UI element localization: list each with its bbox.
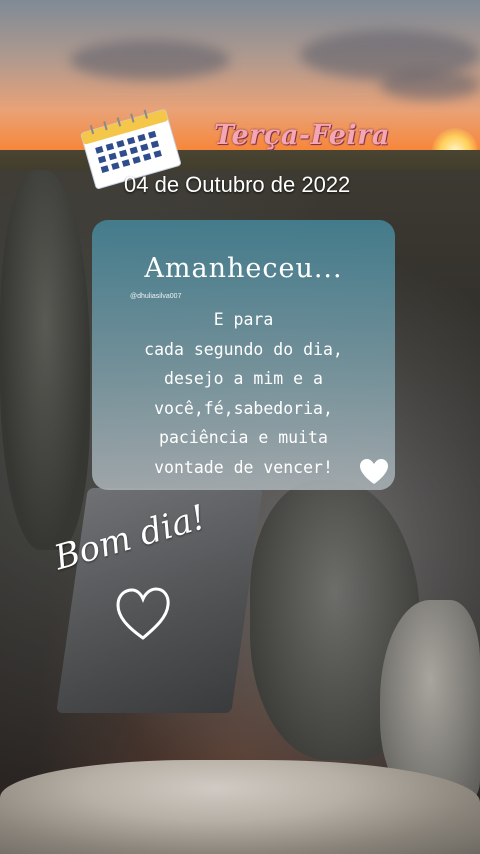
left-cliff: [0, 170, 90, 550]
foreground-rock: [0, 760, 480, 854]
heart-icon: [360, 459, 388, 484]
heart-outline-icon: [116, 587, 170, 640]
author-handle: @dhuliasilva007: [130, 293, 182, 300]
date-label: 04 de Outubro de 2022: [124, 172, 351, 197]
cloud: [70, 40, 230, 80]
cloud: [380, 70, 480, 100]
message-card: Amanheceu... @dhuliasilva007 E para cada…: [92, 220, 395, 490]
card-title: Amanheceu...: [144, 253, 343, 284]
weekday-label: Terça-Feira: [214, 120, 390, 151]
card-message: E para cada segundo do dia, desejo a mim…: [144, 310, 343, 477]
